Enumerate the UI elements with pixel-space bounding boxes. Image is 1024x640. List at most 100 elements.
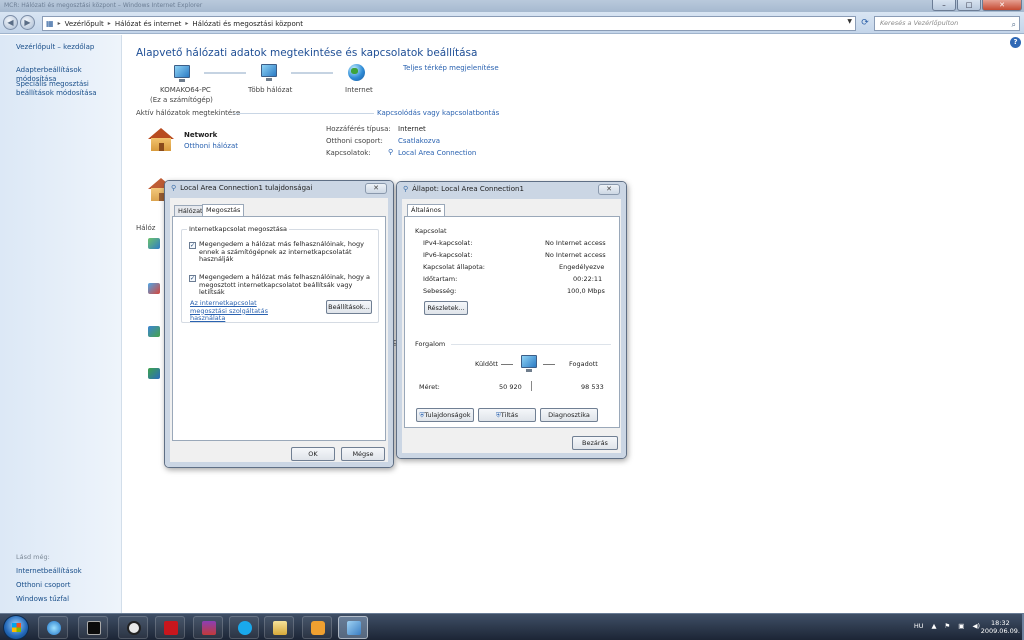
- forward-icon[interactable]: ▶: [20, 15, 35, 30]
- acrobat-icon: [164, 621, 178, 635]
- clock[interactable]: 18:32 2009.06.09.: [981, 619, 1020, 635]
- maximize-button[interactable]: □: [957, 0, 981, 11]
- connection-group-title: Kapcsolat: [415, 227, 447, 235]
- close-icon[interactable]: ✕: [598, 184, 620, 195]
- allow-control-label: Megengedem a hálózat más felhasználóinak…: [199, 273, 371, 296]
- address-bar: ◀ ▶ ▦ ▸ Vezérlőpult ▸ Hálózat és interne…: [0, 12, 1024, 34]
- connection-link[interactable]: Local Area Connection: [398, 149, 476, 157]
- access-type-label: Hozzáférés típusa:: [326, 125, 391, 133]
- ics-group: Internetkapcsolat megosztása ✓ Megengede…: [181, 225, 379, 323]
- back-icon[interactable]: ◀: [3, 15, 18, 30]
- breadcrumb[interactable]: ▦ ▸ Vezérlőpult ▸ Hálózat és internet ▸ …: [42, 16, 856, 31]
- setup-connection-icon[interactable]: [148, 238, 160, 249]
- chevron-down-icon[interactable]: ▼: [847, 18, 852, 25]
- activity-group-title: Forgalom: [415, 340, 446, 348]
- full-map-link[interactable]: Teljes térkép megjelenítése: [403, 64, 499, 72]
- details-button[interactable]: Részletek...: [424, 301, 468, 315]
- breadcrumb-item[interactable]: Hálózat és internet: [115, 20, 182, 28]
- cancel-button[interactable]: Mégse: [341, 447, 385, 461]
- control-panel-icon: ▦: [46, 19, 54, 28]
- breadcrumb-item[interactable]: Vezérlőpult: [65, 20, 104, 28]
- connect-disconnect-link[interactable]: Kapcsolódás vagy kapcsolatbontás: [377, 109, 499, 117]
- window-title-bar: MCR: Hálózati és megosztási központ – Wi…: [0, 0, 1024, 12]
- explorer-taskbar[interactable]: [264, 616, 294, 639]
- close-button[interactable]: ✕: [982, 0, 1022, 11]
- network-adapter-icon: ⚲: [171, 184, 177, 192]
- action-center-icon[interactable]: ⚑: [944, 622, 950, 630]
- status-dialog-title: Állapot: Local Area Connection1: [412, 185, 524, 193]
- chevron-right-icon: ▸: [107, 20, 111, 27]
- ics-group-title: Internetkapcsolat megosztása: [187, 225, 290, 233]
- connect-network-icon[interactable]: [148, 283, 160, 294]
- divider: [234, 113, 374, 114]
- minimize-button[interactable]: –: [932, 0, 956, 11]
- refresh-icon[interactable]: ⟳: [858, 16, 872, 31]
- status-dialog: ⚲ Állapot: Local Area Connection1 ✕ Álta…: [396, 181, 627, 459]
- internet-globe-icon[interactable]: [348, 64, 365, 81]
- search-placeholder: Keresés a Vezérlőpulton: [880, 19, 959, 27]
- acrobat-taskbar[interactable]: [155, 616, 185, 639]
- network-adapter-icon: ⚲: [403, 185, 409, 193]
- change-network-label: Hálóz: [136, 224, 156, 232]
- diagnose-button[interactable]: Diagnosztika: [540, 408, 598, 422]
- media-icon: [87, 621, 101, 635]
- active-networks-label: Aktív hálózatok megtekintése: [136, 109, 241, 117]
- settings-button[interactable]: Beállítások...: [326, 300, 372, 314]
- folder-icon: [273, 621, 287, 635]
- app-taskbar[interactable]: [118, 616, 148, 639]
- search-icon[interactable]: ⌕: [1012, 18, 1016, 31]
- bytes-label: Méret:: [419, 383, 440, 391]
- clock-date: 2009.06.09.: [980, 627, 1020, 635]
- close-dialog-button[interactable]: Bezárás: [572, 436, 618, 450]
- winrar-taskbar[interactable]: [193, 616, 223, 639]
- close-icon[interactable]: ✕: [365, 183, 387, 194]
- skype-taskbar[interactable]: [229, 616, 259, 639]
- volume-icon[interactable]: ◀): [972, 622, 980, 630]
- control-panel-icon: [347, 621, 361, 635]
- control-panel-taskbar[interactable]: [338, 616, 368, 639]
- activity-line: [543, 364, 555, 365]
- play-icon: [311, 621, 325, 635]
- ok-button[interactable]: OK: [291, 447, 335, 461]
- breadcrumb-item[interactable]: Hálózati és megosztási központ: [192, 20, 303, 28]
- troubleshoot-icon[interactable]: [148, 368, 160, 379]
- speed-label: Sebesség:: [423, 287, 457, 295]
- ipv6-label: IPv6-kapcsolat:: [423, 251, 473, 259]
- internet-explorer-taskbar[interactable]: [38, 616, 68, 639]
- computer-icon[interactable]: [174, 65, 190, 82]
- start-button[interactable]: [3, 615, 29, 640]
- multiple-networks-label: Több hálózat: [248, 86, 293, 94]
- media-player-taskbar[interactable]: [302, 616, 332, 639]
- language-indicator[interactable]: HU: [914, 622, 924, 630]
- winrar-icon: [202, 621, 216, 635]
- control-panel-home-link[interactable]: Vezérlőpult – kezdőlap: [16, 43, 94, 52]
- map-connector: [204, 72, 246, 74]
- properties-button[interactable]: ⛨Tulajdonságok: [416, 408, 474, 422]
- media-app-taskbar[interactable]: [78, 616, 108, 639]
- homegroup-value-link[interactable]: Csatlakozva: [398, 137, 440, 145]
- advanced-sharing-link[interactable]: Speciális megosztási: [16, 80, 89, 89]
- ics-help-link[interactable]: Az internetkapcsolat megosztási szolgált…: [190, 299, 295, 323]
- internet-label: Internet: [345, 86, 373, 94]
- computer-name: KOMAKO64-PC: [160, 86, 211, 94]
- ipv4-label: IPv4-kapcsolat:: [423, 239, 473, 247]
- clock-time: 18:32: [990, 619, 1010, 627]
- search-input[interactable]: Keresés a Vezérlőpulton ⌕: [874, 16, 1020, 31]
- network-icon[interactable]: ▣: [958, 622, 964, 630]
- disable-button[interactable]: ⛨Tiltás: [478, 408, 536, 422]
- homegroup-icon[interactable]: [148, 326, 160, 337]
- properties-button-label: Tulajdonságok: [424, 411, 471, 419]
- multiple-networks-icon[interactable]: [261, 64, 277, 81]
- help-icon[interactable]: ?: [1010, 37, 1021, 48]
- allow-sharing-checkbox[interactable]: ✓: [189, 242, 196, 249]
- advanced-sharing-link-cont[interactable]: beállítások módosítása: [16, 89, 97, 98]
- show-hidden-icons-icon[interactable]: ▲: [931, 622, 936, 630]
- internet-options-link[interactable]: Internetbeállítások: [16, 567, 82, 576]
- divider: [451, 344, 611, 345]
- windows-firewall-link[interactable]: Windows tűzfal: [16, 595, 69, 604]
- sharing-tab-panel: Internetkapcsolat megosztása ✓ Megengede…: [172, 216, 386, 441]
- network-type-link[interactable]: Otthoni hálózat: [184, 142, 238, 150]
- homegroup-link[interactable]: Otthoni csoport: [16, 581, 70, 590]
- divider: [531, 381, 532, 391]
- allow-control-checkbox[interactable]: ✓: [189, 275, 196, 282]
